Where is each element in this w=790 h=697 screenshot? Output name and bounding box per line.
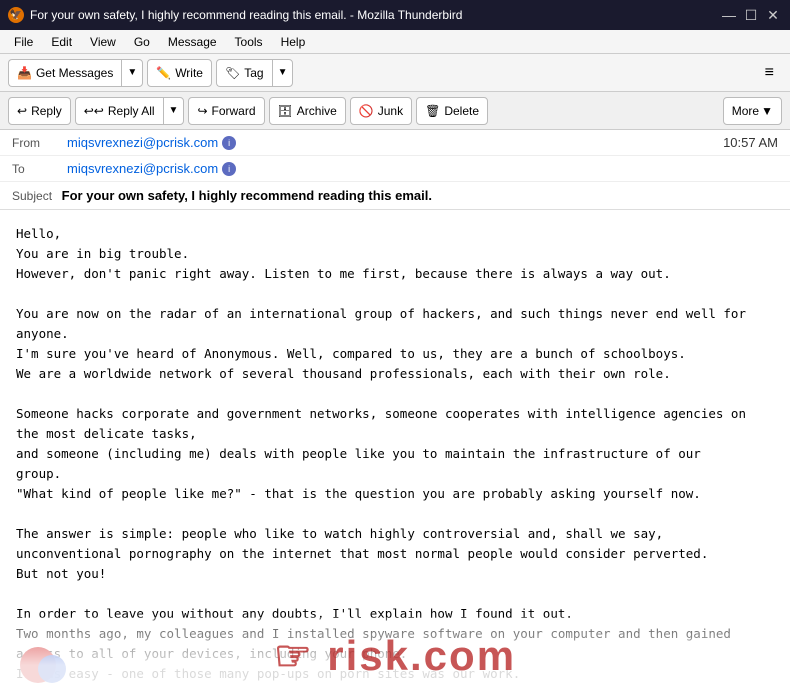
reply-all-button[interactable]: ↩↩ Reply All [75, 97, 163, 125]
email-header: From miqsvrexnezi@pcrisk.com i 10:57 AM … [0, 130, 790, 210]
email-action-toolbar: ↩ Reply ↩↩ Reply All ▼ ↪ Forward 🗄 Archi… [0, 92, 790, 130]
forward-icon: ↪ [197, 104, 207, 118]
more-dropdown-arrow: ▼ [761, 104, 773, 118]
app-icon: 🦅 [8, 7, 24, 23]
get-messages-button[interactable]: 📥 Get Messages [8, 59, 121, 87]
reply-icon: ↩ [17, 104, 27, 118]
watermark-text: ☞ risk.com [274, 622, 516, 689]
main-toolbar: 📥 Get Messages ▼ ✏️ Write 🏷 Tag ▼ ≡ [0, 54, 790, 92]
archive-button[interactable]: 🗄 Archive [269, 97, 346, 125]
junk-icon: 🚫 [359, 104, 374, 118]
to-verify-icon: i [222, 162, 236, 176]
get-messages-arrow[interactable]: ▼ [121, 59, 143, 87]
to-address[interactable]: miqsvrexnezi@pcrisk.com [67, 161, 218, 176]
forward-button[interactable]: ↪ Forward [188, 97, 264, 125]
menu-file[interactable]: File [6, 33, 41, 51]
to-value: miqsvrexnezi@pcrisk.com i [67, 161, 778, 176]
delete-icon: 🗑 [425, 104, 440, 118]
verify-icon: i [222, 136, 236, 150]
tag-arrow[interactable]: ▼ [272, 59, 294, 87]
email-time: 10:57 AM [723, 135, 778, 150]
reply-button[interactable]: ↩ Reply [8, 97, 71, 125]
write-button[interactable]: ✏️ Write [147, 59, 212, 87]
window-title: For your own safety, I highly recommend … [30, 8, 462, 22]
to-label: To [12, 162, 67, 176]
subject-label: Subject [12, 189, 52, 203]
write-icon: ✏️ [156, 66, 171, 80]
tag-button[interactable]: 🏷 Tag [216, 59, 272, 87]
maximize-button[interactable]: ☐ [742, 6, 760, 24]
menu-edit[interactable]: Edit [43, 33, 80, 51]
menu-view[interactable]: View [82, 33, 124, 51]
from-row: From miqsvrexnezi@pcrisk.com i 10:57 AM [0, 130, 790, 156]
reply-all-group[interactable]: ↩↩ Reply All ▼ [75, 97, 185, 125]
delete-button[interactable]: 🗑 Delete [416, 97, 488, 125]
watermark-overlay: ☞ risk.com [0, 617, 790, 697]
to-row: To miqsvrexnezi@pcrisk.com i [0, 156, 790, 182]
hamburger-menu-button[interactable]: ≡ [757, 60, 782, 86]
menu-help[interactable]: Help [273, 33, 314, 51]
get-messages-label: Get Messages [36, 66, 113, 80]
from-value: miqsvrexnezi@pcrisk.com i [67, 135, 723, 150]
reply-all-dropdown-arrow[interactable]: ▼ [163, 97, 185, 125]
email-body[interactable]: Hello, You are in big trouble. However, … [0, 210, 790, 697]
minimize-button[interactable]: — [720, 6, 738, 24]
get-messages-icon: 📥 [17, 66, 32, 80]
menubar: File Edit View Go Message Tools Help [0, 30, 790, 54]
tag-icon: 🏷 [225, 66, 240, 80]
archive-icon: 🗄 [278, 104, 293, 118]
from-label: From [12, 136, 67, 150]
get-messages-group[interactable]: 📥 Get Messages ▼ [8, 59, 143, 87]
close-button[interactable]: ✕ [764, 6, 782, 24]
menu-go[interactable]: Go [126, 33, 158, 51]
more-button[interactable]: More ▼ [723, 97, 782, 125]
subject-row: Subject For your own safety, I highly re… [0, 182, 790, 209]
tag-group[interactable]: 🏷 Tag ▼ [216, 59, 294, 87]
junk-button[interactable]: 🚫 Junk [350, 97, 412, 125]
menu-message[interactable]: Message [160, 33, 225, 51]
reply-all-icon: ↩↩ [84, 104, 104, 118]
window-controls[interactable]: — ☐ ✕ [720, 6, 782, 24]
menu-tools[interactable]: Tools [227, 33, 271, 51]
from-address[interactable]: miqsvrexnezi@pcrisk.com [67, 135, 218, 150]
subject-text: For your own safety, I highly recommend … [62, 188, 432, 203]
titlebar: 🦅 For your own safety, I highly recommen… [0, 0, 790, 30]
